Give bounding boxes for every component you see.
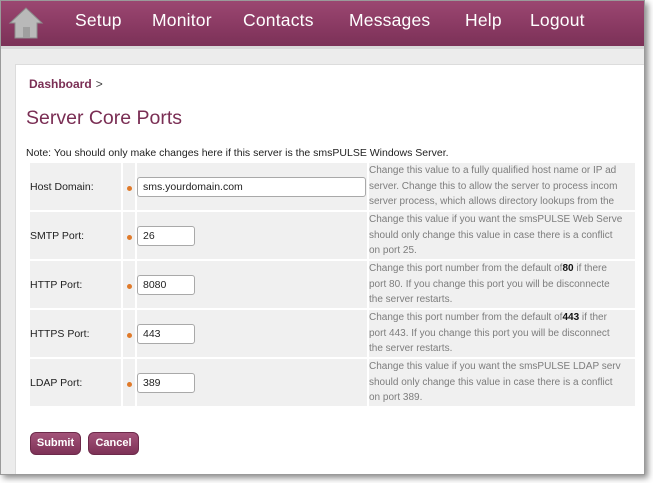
nav-logout[interactable]: Logout <box>530 10 585 31</box>
http-port-input[interactable] <box>137 274 195 295</box>
app-window: Setup Monitor Contacts Messages Help Log… <box>0 0 645 475</box>
description-line: Change this value to a fully qualified h… <box>369 163 635 179</box>
http-port-label: HTTP Port: <box>30 261 121 308</box>
description-text: if ther <box>579 312 607 324</box>
description-text: server process, which allows directory l… <box>369 196 615 208</box>
description-text: Change this value if you want the smsPUL… <box>369 361 621 373</box>
https-port-label: HTTPS Port: <box>30 310 121 357</box>
smtp-port-label: SMTP Port: <box>30 212 121 259</box>
default-port-value: 443 <box>562 312 580 324</box>
description-text: the server restarts. <box>369 343 453 355</box>
description-line: server process, which allows directory l… <box>369 194 635 210</box>
description-line: the server restarts. <box>369 341 635 357</box>
required-dot-icon <box>126 185 132 191</box>
smtp-port-description: Change this value if you want the smsPUL… <box>369 212 635 259</box>
ldap-port-label: LDAP Port: <box>30 359 121 406</box>
description-line: should only change this value in case th… <box>369 228 635 244</box>
description-line: server. Change this to allow the server … <box>369 179 635 195</box>
ldap-port-description: Change this value if you want the smsPUL… <box>369 359 635 406</box>
description-text: Change this port number from the default… <box>369 312 563 324</box>
required-dot-icon <box>126 283 132 289</box>
description-line: port 443. If you change this port you wi… <box>369 326 635 342</box>
description-line: on port 389. <box>369 390 635 406</box>
setting-row-smtp-port: SMTP Port: Change this value if you want … <box>30 212 635 259</box>
nav-messages[interactable]: Messages <box>349 10 430 31</box>
https-port-input[interactable] <box>137 323 195 344</box>
description-line: Change this port number from the default… <box>369 261 635 277</box>
home-icon <box>8 7 44 39</box>
description-line: the server restarts. <box>369 292 635 308</box>
required-dot-icon <box>126 381 132 387</box>
nav-contacts[interactable]: Contacts <box>243 10 314 31</box>
host-domain-input[interactable] <box>137 176 366 197</box>
description-text: Change this value if you want the smsPUL… <box>369 214 623 226</box>
breadcrumb: Dashboard > <box>29 77 103 91</box>
description-line: should only change this value in case th… <box>369 375 635 391</box>
submit-button[interactable]: Submit <box>30 432 81 455</box>
settings-table: Host Domain: Change this value to a fully… <box>28 161 637 408</box>
description-text: if there <box>573 263 607 275</box>
description-text: should only change this value in case th… <box>369 229 613 241</box>
setting-row-https-port: HTTPS Port: Change this port number from … <box>30 310 635 357</box>
page-note: Note: You should only make changes here … <box>26 147 449 159</box>
nav-setup[interactable]: Setup <box>75 10 122 31</box>
setting-row-host-domain: Host Domain: Change this value to a fully… <box>30 163 635 210</box>
description-line: Change this value if you want the smsPUL… <box>369 212 635 228</box>
description-text: port 443. If you change this port you wi… <box>369 327 610 339</box>
https-port-description: Change this port number from the default… <box>369 310 635 357</box>
content-panel: Dashboard > Server Core Ports Note: You s… <box>15 64 644 474</box>
description-text: Change this port number from the default… <box>369 263 563 275</box>
host-domain-description: Change this value to a fully qualified h… <box>369 163 635 210</box>
http-port-description: Change this port number from the default… <box>369 261 635 308</box>
setting-row-ldap-port: LDAP Port: Change this value if you want … <box>30 359 635 406</box>
cancel-button[interactable]: Cancel <box>88 432 139 455</box>
description-text: Change this value to a fully qualified h… <box>369 165 617 177</box>
description-text: the server restarts. <box>369 294 453 306</box>
description-line: Change this port number from the default… <box>369 310 635 326</box>
description-text: on port 389. <box>369 392 423 404</box>
page-title: Server Core Ports <box>26 107 183 129</box>
host-domain-label: Host Domain: <box>30 163 121 210</box>
description-line: Change this value if you want the smsPUL… <box>369 359 635 375</box>
setting-row-http-port: HTTP Port: Change this port number from t… <box>30 261 635 308</box>
top-navbar: Setup Monitor Contacts Messages Help Log… <box>1 1 644 49</box>
description-line: on port 25. <box>369 243 635 259</box>
breadcrumb-dashboard-link[interactable]: Dashboard <box>29 77 92 91</box>
description-text: port 80. If you change this port you wil… <box>369 278 610 290</box>
breadcrumb-separator: > <box>95 77 103 91</box>
default-port-value: 80 <box>562 263 574 275</box>
nav-monitor[interactable]: Monitor <box>152 10 212 31</box>
ldap-port-input[interactable] <box>137 372 195 393</box>
smtp-port-input[interactable] <box>137 225 195 246</box>
required-dot-icon <box>126 332 132 338</box>
home-button[interactable] <box>7 5 45 41</box>
description-text: on port 25. <box>369 245 417 257</box>
description-line: port 80. If you change this port you wil… <box>369 277 635 293</box>
description-text: should only change this value in case th… <box>369 376 613 388</box>
nav-help[interactable]: Help <box>465 10 502 31</box>
description-text: server. Change this to allow the server … <box>369 180 618 192</box>
required-dot-icon <box>126 234 132 240</box>
